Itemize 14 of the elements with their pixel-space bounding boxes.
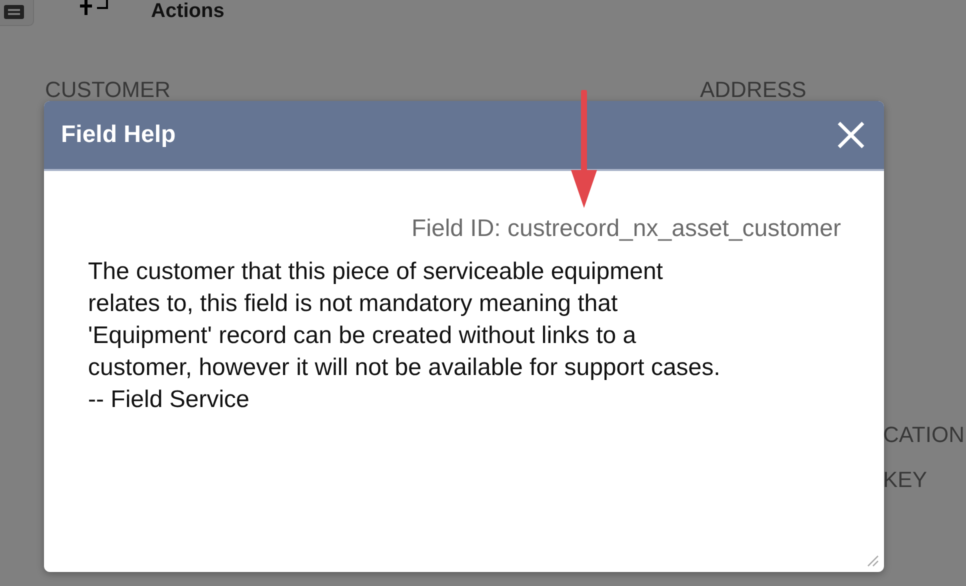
field-id-text: Field ID: custrecord_nx_asset_customer bbox=[411, 215, 841, 242]
actions-label[interactable]: Actions bbox=[151, 0, 224, 22]
help-description: The customer that this piece of serviceable equipment relates to, this field is not mandatory meaning that 'Equipment' record can be created without links to a customer, however it will not be available for support cases. -- Field Service bbox=[87, 256, 722, 415]
close-button[interactable] bbox=[836, 120, 866, 150]
add-icon[interactable] bbox=[79, 0, 109, 16]
field-label: KEY bbox=[883, 469, 928, 491]
field-label: ADDRESS bbox=[700, 79, 806, 101]
resize-handle[interactable] bbox=[865, 553, 879, 567]
list-button[interactable] bbox=[0, 0, 34, 26]
list-icon bbox=[3, 4, 25, 20]
dialog-title: Field Help bbox=[61, 120, 176, 150]
close-icon bbox=[836, 120, 866, 150]
field-label: CUSTOMER bbox=[45, 79, 170, 101]
field-label: CATION bbox=[883, 424, 964, 446]
